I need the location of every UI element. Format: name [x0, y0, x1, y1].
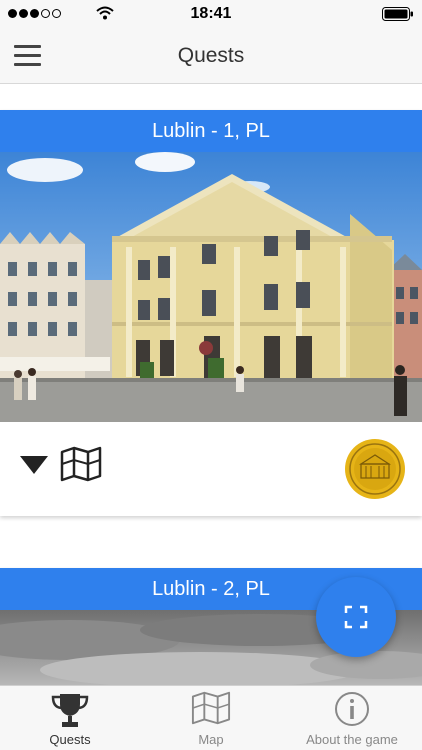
quest-card[interactable]: Lublin - 1, PL — [0, 110, 422, 516]
tab-label: About the game — [306, 732, 398, 747]
nav-bar: Quests — [0, 28, 422, 84]
tab-label: Map — [198, 732, 224, 747]
expand-triangle-icon[interactable] — [20, 456, 48, 474]
quest-title: Lublin - 1, PL — [0, 110, 422, 152]
status-bar: 18:41 — [0, 0, 422, 28]
tab-map[interactable]: Map — [141, 686, 281, 750]
map-icon — [191, 691, 231, 725]
battery-icon — [382, 7, 413, 21]
town-hall-photo — [0, 152, 422, 422]
tab-quests[interactable]: Quests — [0, 686, 140, 750]
tab-bar: Quests Map About the game — [0, 685, 422, 750]
quest-actions — [0, 422, 422, 516]
page-title: Quests — [177, 44, 245, 67]
trophy-icon — [51, 694, 89, 727]
scan-frame-icon — [344, 605, 368, 629]
tab-about[interactable]: About the game — [282, 686, 422, 750]
gold-medal-icon — [345, 439, 405, 499]
info-icon — [335, 692, 369, 726]
status-time: 18:41 — [190, 5, 232, 22]
map-icon[interactable] — [60, 446, 102, 482]
tab-label: Quests — [49, 732, 91, 747]
scan-button[interactable] — [316, 577, 396, 657]
